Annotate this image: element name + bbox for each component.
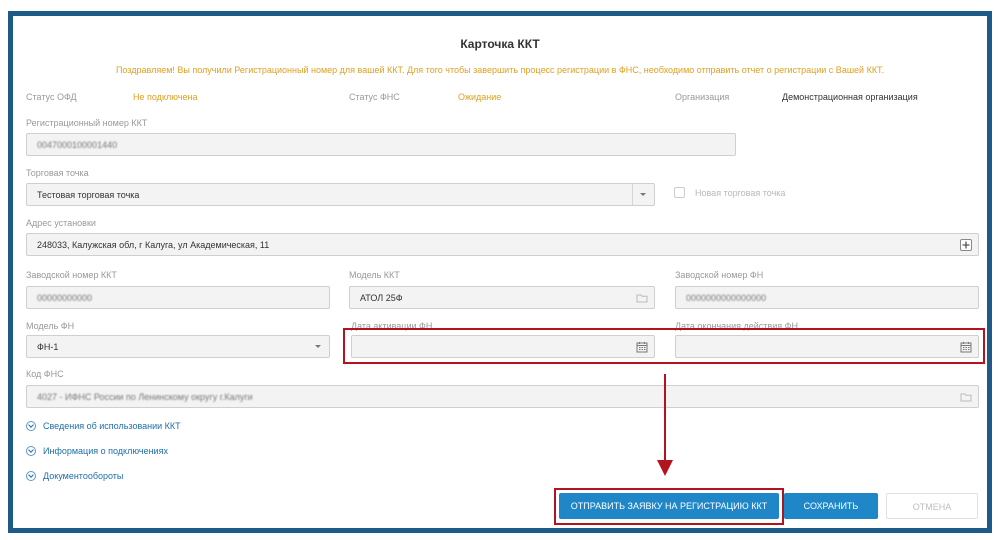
address-label: Адрес установки (26, 218, 96, 228)
card-title: Карточка ККТ (460, 37, 540, 51)
model-label: Модель ККТ (349, 270, 400, 280)
usage-info-link[interactable]: Сведения об использовании ККТ (26, 421, 226, 433)
new-point-label: Новая торговая точка (695, 188, 786, 198)
fns-code-value: 4027 - ИФНС России по Ленинскому округу … (37, 392, 253, 402)
trade-point-value: Тестовая торговая точка (37, 190, 140, 200)
connection-info-link[interactable]: Информация о подключениях (26, 446, 226, 458)
fns-code-field[interactable]: 4027 - ИФНС России по Ленинскому округу … (26, 385, 979, 408)
ofd-status-label: Статус ОФД (26, 92, 77, 102)
docflow-label: Документообороты (43, 471, 124, 481)
model-value: АТОЛ 25Ф (360, 293, 403, 303)
connection-info-label: Информация о подключениях (43, 446, 168, 456)
usage-info-label: Сведения об использовании ККТ (43, 421, 181, 431)
fn-serial-value: 0000000000000000 (686, 293, 767, 303)
address-field[interactable]: 248033, Калужская обл, г Калуга, ул Акад… (26, 233, 979, 256)
serial-value: 00000000000 (37, 293, 93, 303)
fns-code-label: Код ФНС (26, 369, 64, 379)
fn-serial-label: Заводской номер ФН (675, 270, 764, 280)
reg-number-label: Регистрационный номер ККТ (26, 118, 148, 128)
fn-serial-field[interactable]: 0000000000000000 (675, 286, 979, 309)
trade-point-select[interactable]: Тестовая торговая точка (26, 183, 655, 206)
fn-model-label: Модель ФН (26, 321, 75, 331)
address-value: 248033, Калужская обл, г Калуга, ул Акад… (37, 240, 270, 250)
trade-point-label: Торговая точка (26, 168, 89, 178)
organization-value: Демонстрационная организация (782, 92, 918, 102)
chevron-down-icon (632, 184, 654, 205)
fn-model-select[interactable]: ФН-1 (26, 335, 330, 358)
plus-icon[interactable] (960, 239, 972, 251)
save-button[interactable]: СОХРАНИТЬ (784, 493, 878, 519)
fn-model-value: ФН-1 (37, 342, 59, 352)
reg-number-value: 0047000100001440 (37, 140, 118, 150)
fns-status-label: Статус ФНС (349, 92, 400, 102)
organization-label: Организация (675, 92, 730, 102)
registration-notice: Поздравляем! Вы получили Регистрационный… (115, 65, 885, 75)
ofd-status-value: Не подключена (133, 92, 198, 102)
kkt-card-window: Карточка ККТ Поздравляем! Вы получили Ре… (8, 11, 992, 533)
chevron-down-icon (26, 471, 36, 481)
docflow-link[interactable]: Документообороты (26, 471, 226, 483)
date-fields-highlight (343, 328, 985, 364)
folder-icon[interactable] (636, 292, 648, 304)
fns-status-value: Ожидание (458, 92, 502, 102)
register-kkt-button[interactable]: ОТПРАВИТЬ ЗАЯВКУ НА РЕГИСТРАЦИЮ ККТ (559, 493, 779, 519)
new-point-checkbox[interactable] (674, 187, 685, 198)
chevron-down-icon (308, 336, 329, 357)
arrow-down-icon (657, 374, 673, 476)
folder-icon[interactable] (960, 391, 972, 403)
reg-number-field[interactable]: 0047000100001440 (26, 133, 736, 156)
cancel-button[interactable]: ОТМЕНА (886, 493, 978, 519)
serial-field[interactable]: 00000000000 (26, 286, 330, 309)
model-field[interactable]: АТОЛ 25Ф (349, 286, 655, 309)
chevron-down-icon (26, 446, 36, 456)
chevron-down-icon (26, 421, 36, 431)
serial-label: Заводской номер ККТ (26, 270, 117, 280)
